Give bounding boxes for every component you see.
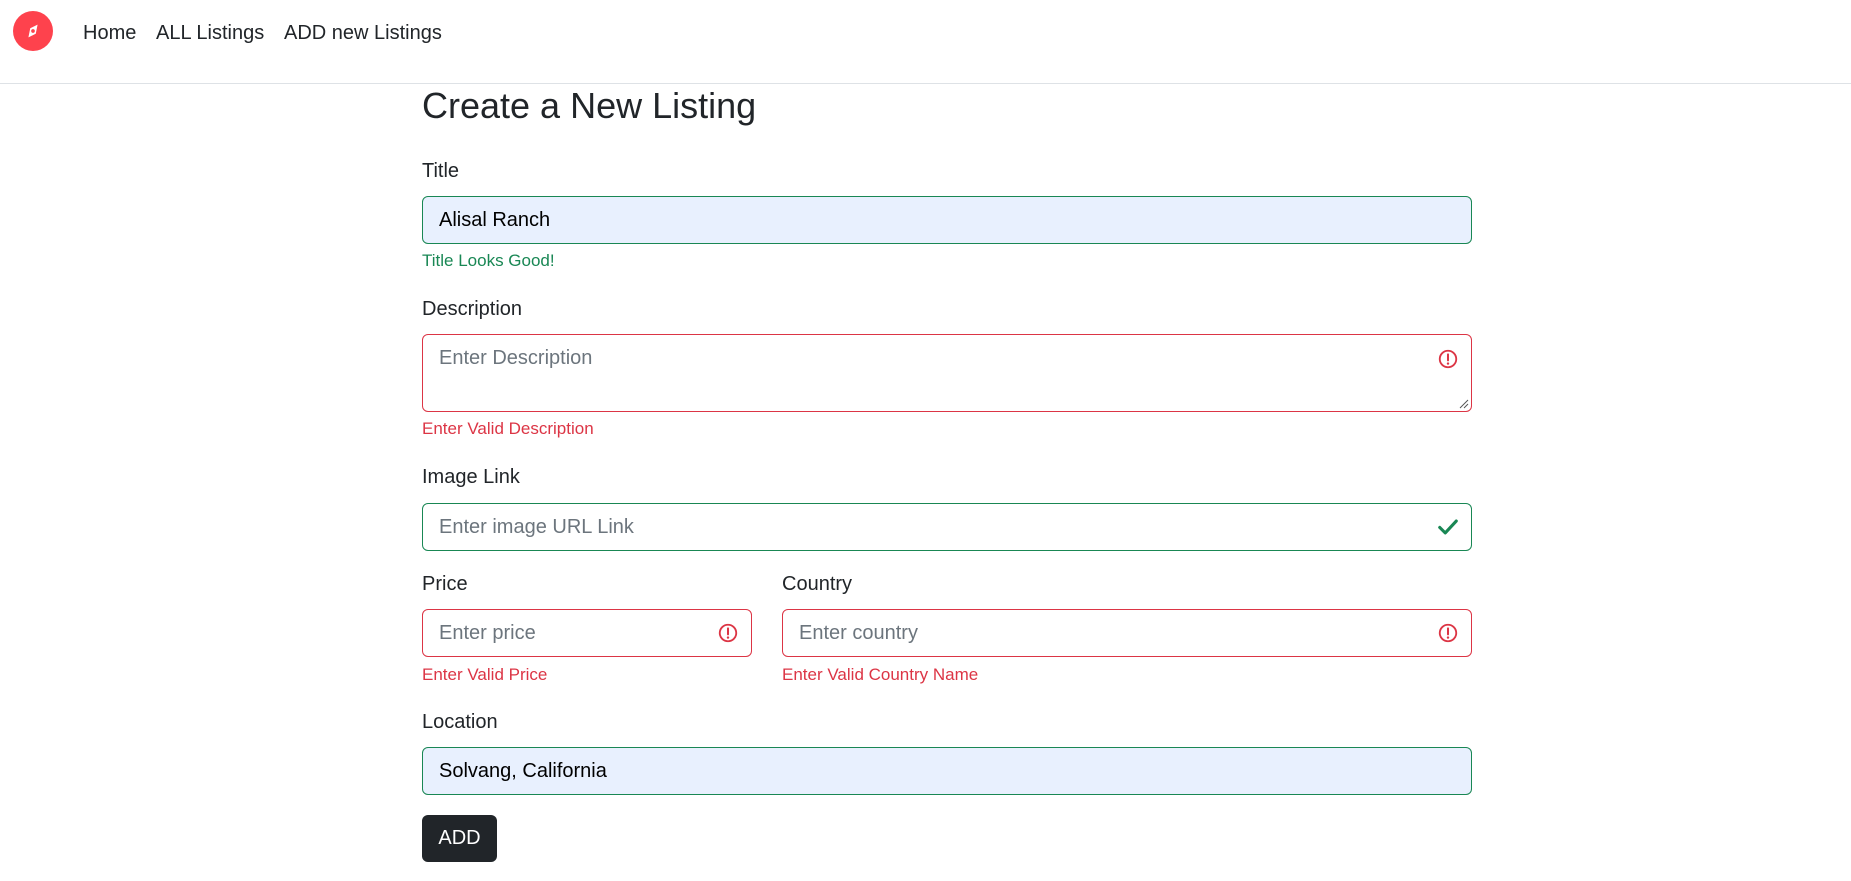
resize-handle-icon[interactable] bbox=[1459, 399, 1469, 409]
price-invalid-feedback: Enter Valid Price bbox=[422, 665, 548, 684]
price-label: Price bbox=[422, 573, 468, 595]
image-link-placeholder: Enter image URL Link bbox=[439, 515, 634, 538]
compass-icon bbox=[28, 24, 38, 38]
nav-add-listing-link[interactable]: ADD new Listings bbox=[284, 22, 442, 45]
exclamation-circle-icon bbox=[1438, 349, 1458, 369]
description-placeholder: Enter Description bbox=[439, 347, 593, 369]
check-icon bbox=[1438, 519, 1458, 535]
country-invalid-feedback: Enter Valid Country Name bbox=[782, 665, 979, 684]
location-input[interactable]: Solvang, California bbox=[422, 747, 1472, 795]
location-label: Location bbox=[422, 711, 498, 733]
navbar: Home ALL Listings ADD new Listings bbox=[0, 0, 1851, 84]
brand-logo[interactable] bbox=[13, 11, 53, 51]
location-input-value: Solvang, California bbox=[439, 759, 607, 782]
exclamation-circle-icon bbox=[718, 623, 738, 643]
title-input-value: Alisal Ranch bbox=[439, 208, 551, 231]
add-button[interactable]: ADD bbox=[422, 815, 497, 862]
exclamation-circle-icon bbox=[1438, 623, 1458, 643]
country-placeholder: Enter country bbox=[799, 621, 918, 644]
title-valid-feedback: Title Looks Good! bbox=[422, 251, 555, 270]
title-label: Title bbox=[422, 160, 460, 182]
nav-all-listings-link[interactable]: ALL Listings bbox=[156, 22, 264, 45]
image-link-input[interactable]: Enter image URL Link bbox=[422, 503, 1472, 551]
country-label: Country bbox=[782, 573, 853, 595]
image-link-label: Image Link bbox=[422, 466, 520, 488]
description-textarea[interactable]: Enter Description bbox=[422, 334, 1472, 412]
page-title: Create a New Listing bbox=[422, 85, 757, 126]
price-placeholder: Enter price bbox=[439, 621, 536, 644]
title-input[interactable]: Alisal Ranch bbox=[422, 196, 1472, 244]
price-input[interactable]: Enter price bbox=[422, 609, 752, 657]
description-invalid-feedback: Enter Valid Description bbox=[422, 419, 594, 438]
country-input[interactable]: Enter country bbox=[782, 609, 1472, 657]
description-label: Description bbox=[422, 298, 523, 320]
nav-home-link[interactable]: Home bbox=[83, 22, 136, 45]
